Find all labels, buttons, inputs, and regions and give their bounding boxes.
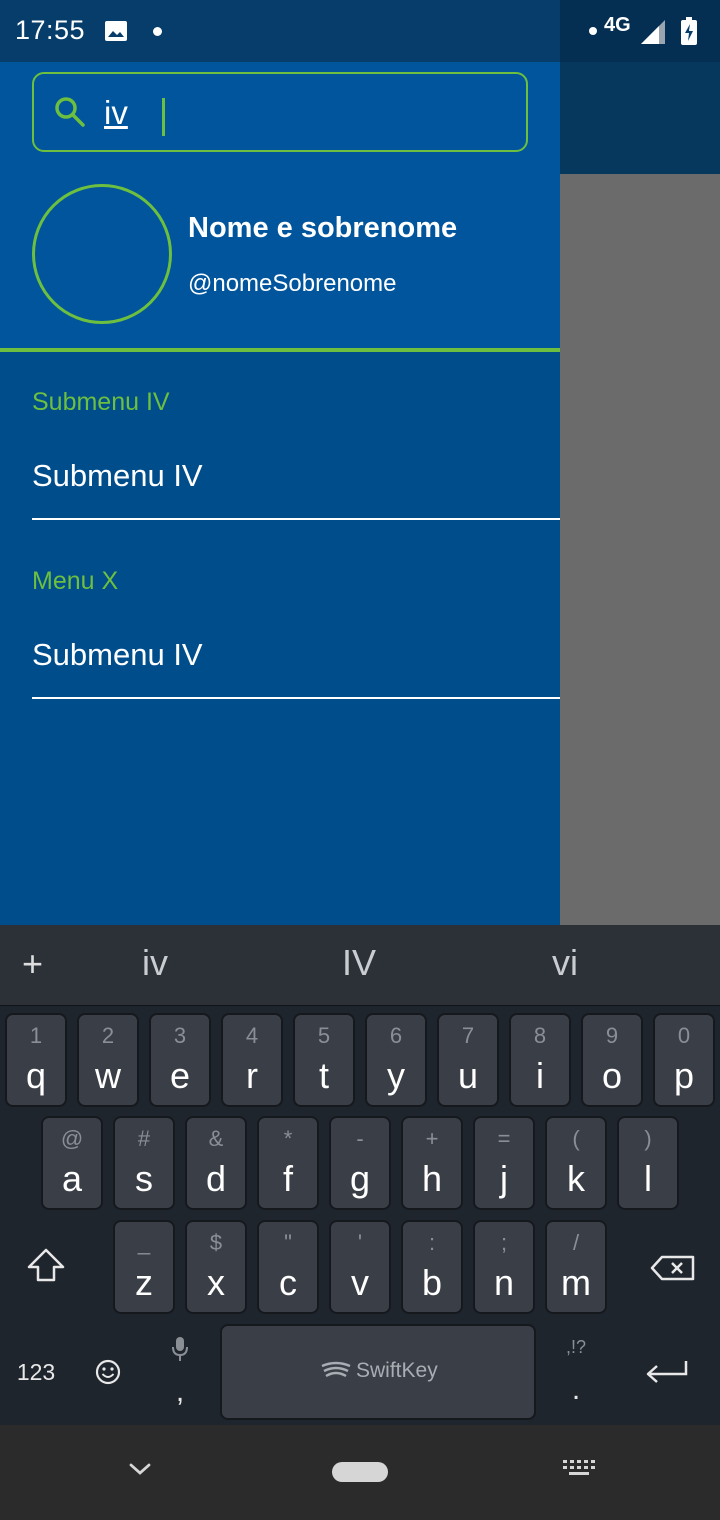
space-label: SwiftKey: [356, 1359, 438, 1382]
key-b[interactable]: :b: [401, 1220, 463, 1314]
signal-icon: [641, 20, 665, 44]
punctuation-hint: ,!?: [565, 1337, 586, 1357]
key-p[interactable]: 0p: [653, 1013, 715, 1107]
app-toolbar: [560, 62, 720, 174]
menu-item-submenu-iv[interactable]: Submenu IV: [32, 440, 560, 520]
shift-key-icon[interactable]: [26, 1247, 66, 1283]
search-icon: [55, 97, 85, 127]
swiftkey-logo: SwiftKey: [320, 1358, 450, 1386]
microphone-icon: [172, 1337, 188, 1361]
key-f[interactable]: * f: [257, 1116, 319, 1210]
key-a[interactable]: @ a: [41, 1116, 103, 1210]
keyboard-switch-icon[interactable]: [563, 1460, 595, 1480]
key-y[interactable]: 6y: [365, 1013, 427, 1107]
key-r[interactable]: 4r: [221, 1013, 283, 1107]
soft-keyboard: + iv IV vi 1q 2w 3e 4r 5t 6y 7u 8i 9o 0p…: [0, 925, 720, 1425]
key-o[interactable]: 9o: [581, 1013, 643, 1107]
section-title: Menu X: [32, 567, 119, 595]
text-caret: [162, 98, 165, 136]
section-title: Submenu IV: [32, 388, 170, 416]
suggestion[interactable]: IV: [299, 942, 419, 984]
profile-handle: @nomeSobrenome: [188, 270, 397, 297]
key-d[interactable]: & d: [185, 1116, 247, 1210]
home-pill[interactable]: [332, 1462, 388, 1482]
key-q[interactable]: 1q: [5, 1013, 67, 1107]
key-e[interactable]: 3e: [149, 1013, 211, 1107]
header-divider: [0, 348, 560, 352]
profile-name: Nome e sobrenome: [188, 212, 458, 244]
key-m[interactable]: / m: [545, 1220, 607, 1314]
chevron-down-icon[interactable]: [128, 1461, 152, 1477]
period-key[interactable]: .: [564, 1373, 588, 1407]
toolbar-plus-icon[interactable]: +: [22, 943, 43, 985]
key-u[interactable]: 7u: [437, 1013, 499, 1107]
notification-dot-icon: [589, 27, 597, 35]
space-key[interactable]: SwiftKey: [220, 1324, 536, 1420]
key-x[interactable]: $ x: [185, 1220, 247, 1314]
key-g[interactable]: -g: [329, 1116, 391, 1210]
search-box[interactable]: [32, 72, 528, 152]
key-j[interactable]: = j: [473, 1116, 535, 1210]
backspace-icon[interactable]: [650, 1255, 696, 1281]
key-k[interactable]: (k: [545, 1116, 607, 1210]
notification-dot-icon: [153, 27, 162, 36]
key-c[interactable]: " c: [257, 1220, 319, 1314]
key-t[interactable]: 5t: [293, 1013, 355, 1107]
key-v[interactable]: ' v: [329, 1220, 391, 1314]
numbers-key[interactable]: 123: [10, 1359, 62, 1386]
key-z[interactable]: _ z: [113, 1220, 175, 1314]
status-bar: 17:55 4G: [0, 0, 720, 62]
key-s[interactable]: # s: [113, 1116, 175, 1210]
status-time: 17:55: [15, 15, 86, 45]
drawer-header: Nome e sobrenome @nomeSobrenome: [0, 62, 560, 348]
image-icon: [105, 21, 127, 41]
emoji-icon[interactable]: [94, 1358, 122, 1386]
key-i[interactable]: 8i: [509, 1013, 571, 1107]
suggestion[interactable]: iv: [95, 942, 215, 984]
suggestion[interactable]: vi: [505, 942, 625, 984]
network-type: 4G: [604, 14, 631, 36]
key-n[interactable]: ; n: [473, 1220, 535, 1314]
key-h[interactable]: + h: [401, 1116, 463, 1210]
battery-charging-icon: [681, 17, 697, 45]
comma-key[interactable]: ,: [168, 1375, 192, 1409]
menu-item-label: Submenu IV: [32, 637, 203, 672]
menu-item-label: Submenu IV: [32, 458, 203, 493]
avatar[interactable]: [32, 184, 172, 324]
enter-icon[interactable]: [644, 1358, 690, 1386]
swiftkey-logo-icon: [321, 1361, 351, 1378]
key-w[interactable]: 2w: [77, 1013, 139, 1107]
key-l[interactable]: ) l: [617, 1116, 679, 1210]
menu-item-submenu-iv[interactable]: Submenu IV: [32, 619, 560, 699]
navigation-drawer: Nome e sobrenome @nomeSobrenome Submenu …: [0, 62, 560, 925]
system-nav-bar: [0, 1425, 720, 1520]
suggestion-bar: + iv IV vi: [0, 925, 720, 1006]
